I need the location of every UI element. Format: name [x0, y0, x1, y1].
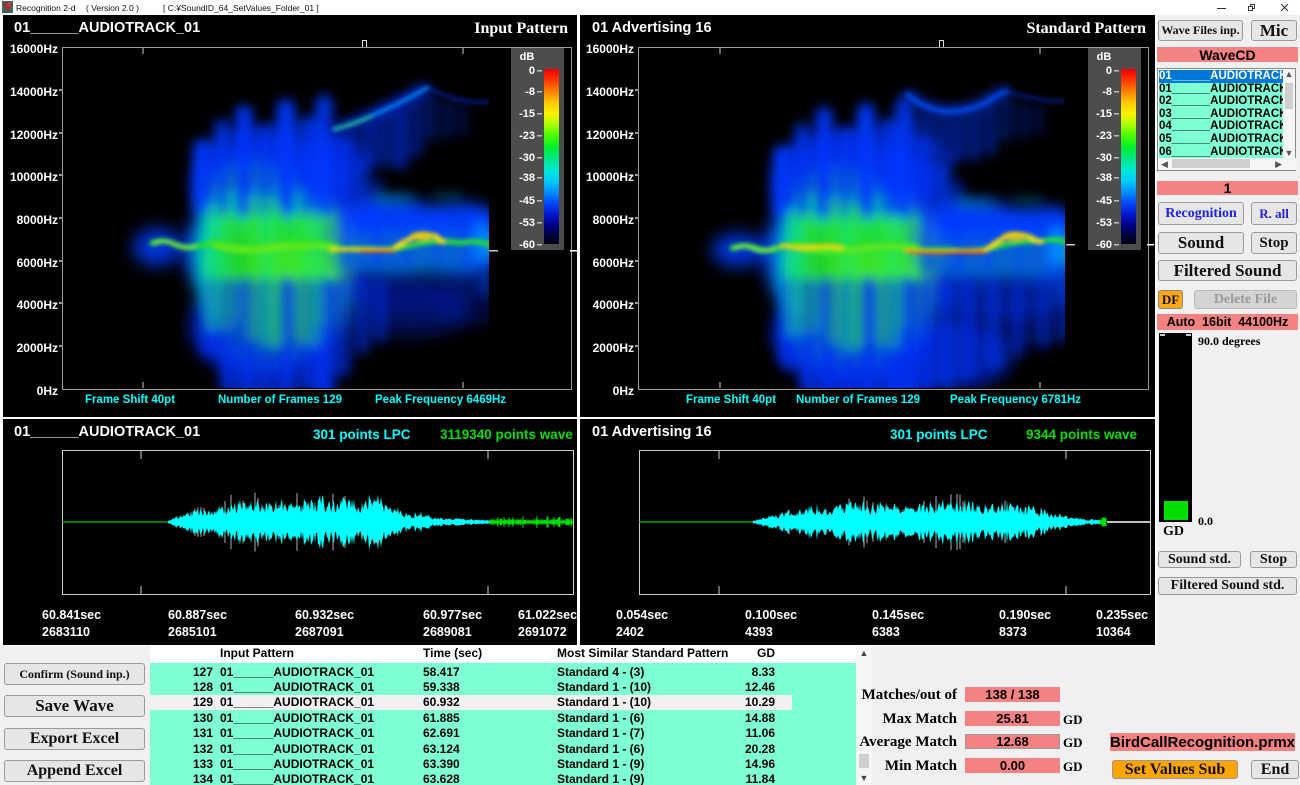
svg-text:-45: -45	[1096, 195, 1112, 207]
svg-text:0: 0	[1106, 65, 1112, 77]
svg-text:-53: -53	[1096, 217, 1112, 229]
svg-text:-8: -8	[525, 86, 535, 98]
svg-text:-15: -15	[1096, 108, 1112, 120]
svg-text:-38: -38	[519, 172, 535, 184]
svg-text:-38: -38	[1096, 172, 1112, 184]
svg-text:-8: -8	[1102, 86, 1112, 98]
svg-text:-23: -23	[1096, 130, 1112, 142]
svg-text:dB: dB	[1097, 51, 1112, 63]
svg-text:0: 0	[529, 65, 535, 77]
svg-text:-15: -15	[519, 108, 535, 120]
svg-text:dB: dB	[520, 51, 535, 63]
svg-text:-53: -53	[519, 217, 535, 229]
svg-text:-30: -30	[519, 152, 535, 164]
svg-text:-23: -23	[519, 130, 535, 142]
svg-text:-30: -30	[1096, 152, 1112, 164]
svg-text:-60: -60	[1096, 239, 1112, 251]
svg-text:-60: -60	[519, 239, 535, 251]
svg-text:-45: -45	[519, 195, 535, 207]
